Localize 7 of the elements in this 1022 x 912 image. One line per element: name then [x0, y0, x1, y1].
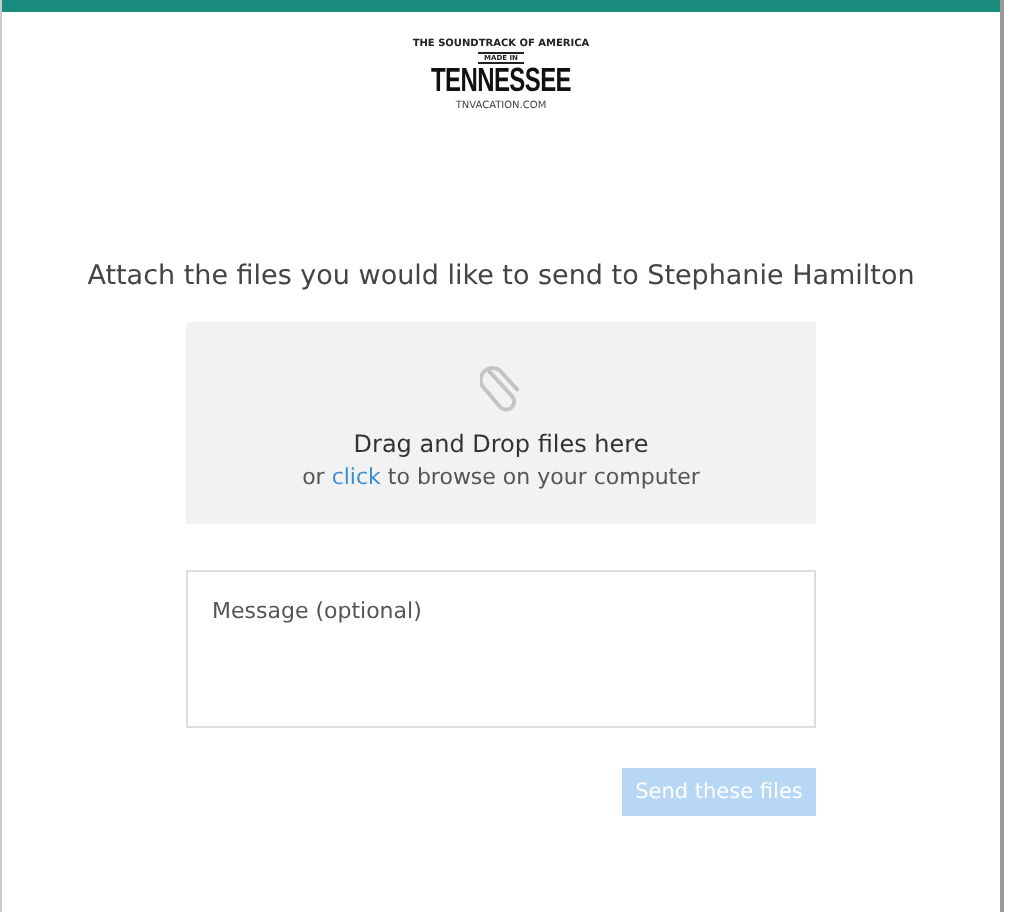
drop-zone[interactable]: Drag and Drop files here or click to browse on your computer [186, 322, 816, 524]
drop-hint: or click to browse on your computer [302, 464, 700, 490]
message-field[interactable]: Message (optional) [186, 570, 816, 728]
click-link[interactable]: click [331, 464, 381, 490]
heading: Attach the files you would like to send to Stephanie Hamilton [85, 258, 917, 296]
logo-wordmark: TENNESSEE [431, 60, 571, 100]
drop-title: Drag and Drop files here [353, 430, 649, 458]
